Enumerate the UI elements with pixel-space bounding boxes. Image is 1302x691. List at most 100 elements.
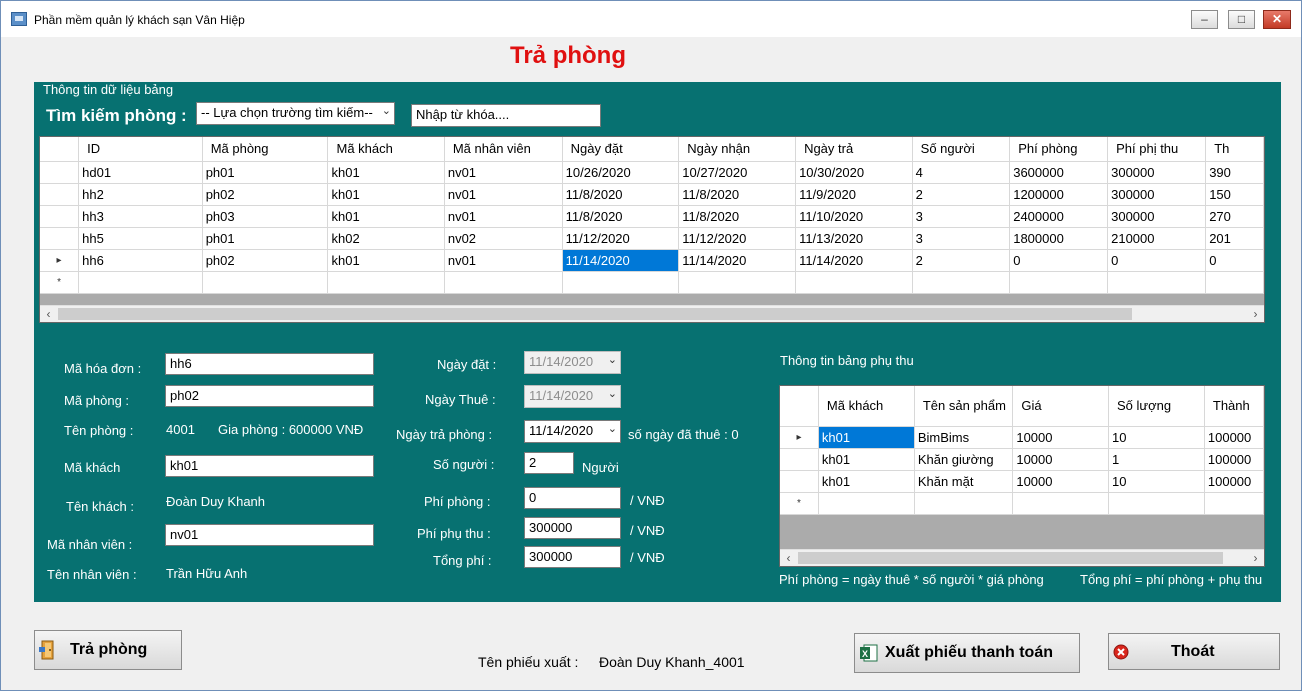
table-cell[interactable]: [327, 271, 445, 294]
table-cell[interactable]: 10000: [1012, 448, 1109, 471]
table-row[interactable]: hd01 ph01 kh01 nv01 10/26/2020 10/27/2020 10/3…: [40, 161, 1264, 184]
table-cell[interactable]: [678, 271, 797, 294]
table-cell[interactable]: ph01: [202, 227, 329, 250]
table-cell[interactable]: 100000: [1204, 470, 1264, 493]
table-cell[interactable]: 11/9/2020: [795, 183, 913, 206]
ma-nhan-vien-input[interactable]: nv01: [165, 524, 374, 546]
maximize-button[interactable]: □: [1228, 10, 1255, 29]
table-cell[interactable]: [912, 271, 1011, 294]
exit-button[interactable]: Thoát: [1108, 633, 1280, 670]
table-cell[interactable]: hh2: [78, 183, 203, 206]
table-cell[interactable]: 201: [1205, 227, 1264, 250]
table-cell[interactable]: 3: [912, 205, 1011, 228]
table-cell[interactable]: [1107, 271, 1207, 294]
export-receipt-button[interactable]: X Xuất phiếu thanh toán: [854, 633, 1080, 673]
table-cell[interactable]: 11/14/2020: [562, 249, 680, 272]
new-row[interactable]: *: [40, 271, 1264, 294]
scroll-right-icon[interactable]: ›: [1247, 306, 1264, 322]
table-row[interactable]: kh01 Khăn giường 10000 1 100000: [780, 448, 1264, 471]
table-cell[interactable]: 3600000: [1009, 161, 1109, 184]
row-header-corner[interactable]: [780, 386, 819, 427]
table-cell[interactable]: [1205, 271, 1264, 294]
table-cell[interactable]: 1: [1108, 448, 1205, 471]
column-header[interactable]: Tên sản phẩm: [914, 386, 1014, 427]
table-cell[interactable]: 10000: [1012, 426, 1109, 449]
table-cell[interactable]: Khăn mặt: [914, 470, 1014, 493]
table-cell[interactable]: [78, 271, 203, 294]
table-cell[interactable]: Khăn giường: [914, 448, 1014, 471]
table-cell[interactable]: [795, 271, 913, 294]
row-header[interactable]: ▸: [780, 426, 819, 449]
column-header[interactable]: Số lượng: [1108, 386, 1205, 427]
phi-phu-thu-input[interactable]: 300000: [524, 517, 621, 539]
table-cell[interactable]: 10: [1108, 470, 1205, 493]
table-cell[interactable]: ph03: [202, 205, 329, 228]
table-cell[interactable]: kh01: [327, 183, 445, 206]
ma-hoa-don-input[interactable]: hh6: [165, 353, 374, 375]
table-row[interactable]: ▸ kh01 BimBims 10000 10 100000: [780, 426, 1264, 449]
table-cell[interactable]: 300000: [1107, 161, 1207, 184]
tong-phi-input[interactable]: 300000: [524, 546, 621, 568]
main-grid-hscrollbar[interactable]: ‹ ›: [40, 305, 1264, 322]
table-cell[interactable]: 11/14/2020: [678, 249, 797, 272]
table-cell[interactable]: kh01: [327, 249, 445, 272]
table-cell[interactable]: [914, 492, 1014, 515]
row-header[interactable]: [780, 470, 819, 493]
table-cell[interactable]: 10/27/2020: [678, 161, 797, 184]
table-row[interactable]: hh5 ph01 kh02 nv02 11/12/2020 11/12/2020 11/13…: [40, 227, 1264, 250]
table-cell[interactable]: [1012, 492, 1109, 515]
table-row[interactable]: hh2 ph02 kh01 nv01 11/8/2020 11/8/2020 11/9/20…: [40, 183, 1264, 206]
table-cell[interactable]: ph01: [202, 161, 329, 184]
table-cell[interactable]: 11/8/2020: [678, 205, 797, 228]
table-cell[interactable]: nv01: [444, 205, 563, 228]
column-header[interactable]: Mã khách: [327, 137, 445, 162]
column-header[interactable]: Mã phòng: [202, 137, 329, 162]
column-header[interactable]: ID: [78, 137, 203, 162]
table-cell[interactable]: 10/30/2020: [795, 161, 913, 184]
table-cell[interactable]: 11/12/2020: [678, 227, 797, 250]
surcharge-hscrollbar[interactable]: ‹ ›: [780, 549, 1264, 566]
table-cell[interactable]: [562, 271, 680, 294]
table-cell[interactable]: kh01: [818, 426, 915, 449]
table-cell[interactable]: 100000: [1204, 426, 1264, 449]
minimize-button[interactable]: –: [1191, 10, 1218, 29]
table-cell[interactable]: 300000: [1107, 183, 1207, 206]
table-cell[interactable]: 11/14/2020: [795, 249, 913, 272]
table-cell[interactable]: kh01: [818, 448, 915, 471]
table-cell[interactable]: [1009, 271, 1109, 294]
row-header[interactable]: [40, 227, 80, 250]
scroll-right-icon[interactable]: ›: [1247, 550, 1264, 566]
table-cell[interactable]: 1800000: [1009, 227, 1109, 250]
table-cell[interactable]: 4: [912, 161, 1011, 184]
table-cell[interactable]: nv01: [444, 161, 563, 184]
column-header[interactable]: Ngày nhận: [678, 137, 797, 162]
table-cell[interactable]: kh02: [327, 227, 445, 250]
table-cell[interactable]: hh5: [78, 227, 203, 250]
table-cell[interactable]: 11/12/2020: [562, 227, 680, 250]
ngay-tra-picker[interactable]: 11/14/2020 ⌄: [524, 420, 621, 443]
row-header[interactable]: ▸: [40, 249, 80, 272]
table-cell[interactable]: 11/8/2020: [562, 205, 680, 228]
scroll-thumb[interactable]: [58, 308, 1132, 320]
table-cell[interactable]: 10000: [1012, 470, 1109, 493]
ngay-thue-picker[interactable]: 11/14/2020 ⌄: [524, 385, 621, 408]
table-cell[interactable]: nv02: [444, 227, 563, 250]
table-cell[interactable]: 100000: [1204, 448, 1264, 471]
table-cell[interactable]: 11/13/2020: [795, 227, 913, 250]
table-cell[interactable]: 2: [912, 183, 1011, 206]
so-nguoi-input[interactable]: 2: [524, 452, 574, 474]
table-cell[interactable]: nv01: [444, 249, 563, 272]
close-button[interactable]: ✕: [1263, 10, 1291, 29]
ma-khach-input[interactable]: kh01: [165, 455, 374, 477]
table-cell[interactable]: 150: [1205, 183, 1264, 206]
table-cell[interactable]: 0: [1107, 249, 1207, 272]
checkout-button[interactable]: Trả phòng: [34, 630, 182, 670]
table-cell[interactable]: hd01: [78, 161, 203, 184]
column-header[interactable]: Số người: [912, 137, 1011, 162]
column-header[interactable]: Phí phòng: [1009, 137, 1109, 162]
scroll-left-icon[interactable]: ‹: [780, 550, 797, 566]
table-cell[interactable]: 210000: [1107, 227, 1207, 250]
table-cell[interactable]: kh01: [327, 205, 445, 228]
table-cell[interactable]: ph02: [202, 249, 329, 272]
main-data-grid[interactable]: ID Mã phòng Mã khách Mã nhân viên Ngày đặt Ng…: [39, 136, 1265, 323]
